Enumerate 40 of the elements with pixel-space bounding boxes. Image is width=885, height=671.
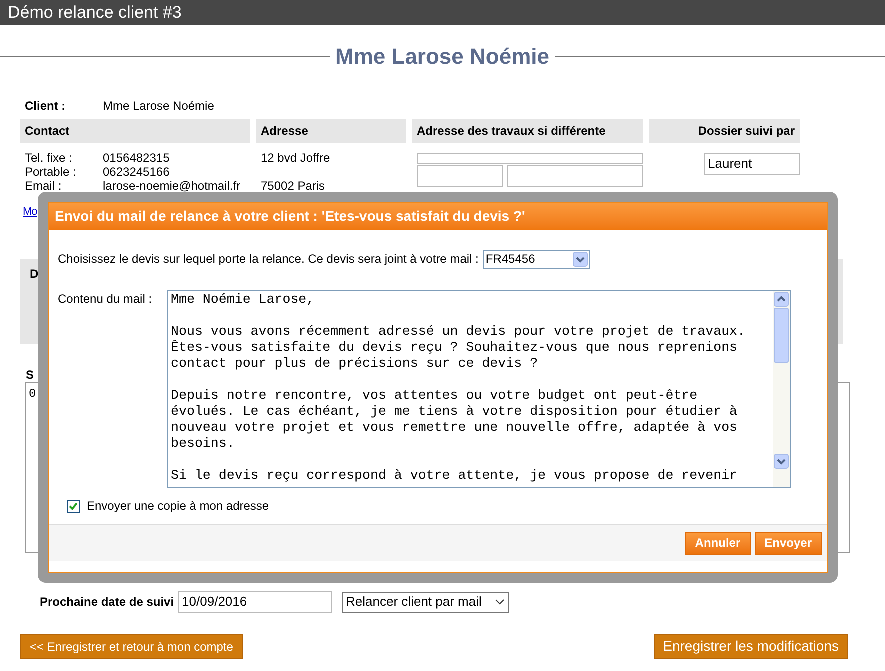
address-line: 12 bvd Joffre [261,151,332,165]
dialog-title: Envoi du mail de relance à votre client : 'Etes-vous satisfait du devis ?' [55,207,526,226]
scrollbar[interactable] [773,291,790,487]
column-header: Dossier suivi par [649,119,800,143]
works-address-field[interactable] [417,153,643,164]
scroll-thumb[interactable] [774,308,789,363]
page-heading: Mme Larose Noémie [334,42,550,70]
edit-link[interactable]: Mo [23,204,38,220]
client-name: Mme Larose Noémie [103,98,214,115]
next-followup-label: Prochaine date de suivi [40,594,174,611]
column-header: Contact [20,119,250,143]
chevron-down-icon[interactable] [572,252,588,266]
copy-label: Envoyer une copie à mon adresse [87,498,270,515]
column-header: Adresse des travaux si différente [412,119,643,143]
scroll-up-icon[interactable] [774,292,789,307]
mail-body-label: Contenu du mail : [58,291,154,308]
next-followup-date-field[interactable]: 10/09/2016 [178,591,332,613]
contact-label: Portable : [25,165,78,179]
mail-body-field[interactable]: Mme Noémie Larose, Nous vous avons récemment adressé un devis pour votre projet de travaux. Êtes-vous satisfaite du devis reçu ? Souhaitez-vous que nous reprenions contact pour plus de précisions sur ce devis ? Depuis notre rencontre, vos attentes ou votre budget ont peut-être évolués. Le cas échéant, je me tiens à votre disposition pour étudier à nouveau votre projet et vous remettre une nouvelle offre, adaptée à vos besoins. Si le devis reçu correspond à votre attente, je vous propose de revenir [167,290,791,488]
contact-label: Tel. fixe : [25,151,74,165]
window-title: Démo relance client #3 [8,4,182,21]
postcode-field[interactable] [417,165,503,187]
address-line: 75002 Paris [261,179,326,193]
chevron-down-icon [495,599,506,605]
checkmark-icon [69,502,78,510]
followup-action-select[interactable]: Relancer client par mail [342,592,510,612]
contact-value: 0156482315 [103,151,170,165]
quote-prompt: Choisissez le devis sur lequel porte la relance. Ce devis sera joint à votre mail : [58,251,479,268]
notes-label: S [26,368,34,382]
contact-label: Email : [25,179,63,193]
column-header: Adresse [256,119,406,143]
followed-by-field[interactable]: Laurent [704,153,800,175]
contact-value: larose-noemie@hotmail.fr [103,179,241,193]
scroll-down-icon[interactable] [774,454,789,469]
quote-select[interactable]: FR45456 [482,250,590,268]
contact-value: 0623245166 [103,165,170,179]
section-label: D [30,267,39,281]
city-field[interactable] [507,165,643,187]
client-label: Client : [25,98,67,115]
copy-checkbox[interactable] [67,500,80,512]
